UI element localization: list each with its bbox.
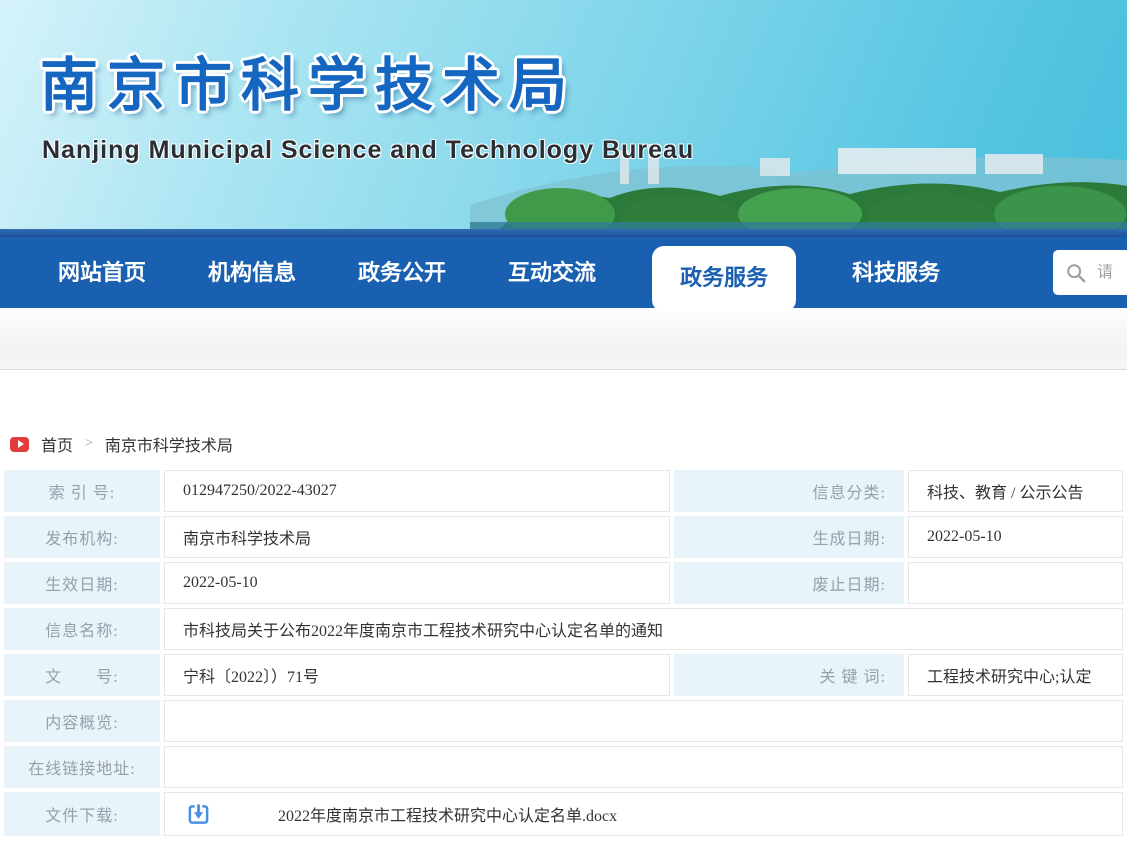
index-number-label: 索 引 号: (4, 470, 160, 512)
keywords-label: 关 键 词: (674, 654, 904, 696)
nav-tab-interaction[interactable]: 互动交流 (502, 237, 602, 308)
created-date-value: 2022-05-10 (908, 516, 1123, 558)
file-download-cell: 2022年度南京市工程技术研究中心认定名单.docx (164, 792, 1123, 836)
download-file-link[interactable]: 2022年度南京市工程技术研究中心认定名单.docx (278, 802, 617, 826)
info-category-label: 信息分类: (674, 470, 904, 512)
table-row: 内容概览: (4, 700, 1123, 742)
table-row: 在线链接地址: (4, 746, 1123, 788)
file-download-label: 文件下载: (4, 792, 160, 836)
expired-date-value (908, 562, 1123, 604)
online-link-label: 在线链接地址: (4, 746, 160, 788)
breadcrumb: 首页 > 南京市科学技术局 (0, 370, 1127, 466)
publisher-label: 发布机构: (4, 516, 160, 558)
nav-tab-gov-services[interactable]: 政务服务 (652, 246, 796, 312)
nav-tab-home[interactable]: 网站首页 (52, 237, 152, 308)
table-row: 信息名称: 市科技局关于公布2022年度南京市工程技术研究中心认定名单的通知 (4, 608, 1123, 650)
created-date-label: 生成日期: (674, 516, 904, 558)
nav-tab-org-info[interactable]: 机构信息 (202, 237, 302, 308)
table-row: 索 引 号: 012947250/2022-43027 信息分类: 科技、教育 … (4, 470, 1123, 512)
index-number-value: 012947250/2022-43027 (164, 470, 670, 512)
info-category-value: 科技、教育 / 公示公告 (908, 470, 1123, 512)
effective-date-value: 2022-05-10 (164, 562, 670, 604)
site-subtitle-en: Nanjing Municipal Science and Technology… (42, 136, 694, 165)
doc-number-label: 文 号: (4, 654, 160, 696)
nav-subband (0, 308, 1127, 370)
summary-value (164, 700, 1123, 742)
main-nav: 网站首页 机构信息 政务公开 互动交流 政务服务 科技服务 (0, 237, 1127, 308)
search-icon[interactable] (1065, 262, 1087, 284)
banner-bottom-strip (0, 229, 1127, 237)
breadcrumb-separator: > (85, 436, 93, 452)
info-title-value: 市科技局关于公布2022年度南京市工程技术研究中心认定名单的通知 (164, 608, 1123, 650)
table-row: 文件下载: 2022年度南京市工程技术研究中心认定名单.docx (4, 792, 1123, 836)
online-link-value (164, 746, 1123, 788)
info-table: 索 引 号: 012947250/2022-43027 信息分类: 科技、教育 … (0, 466, 1127, 840)
summary-label: 内容概览: (4, 700, 160, 742)
site-title: 南京市科学技术局 (40, 38, 576, 122)
table-row: 文 号: 宁科〔2022〕）71号 关 键 词: 工程技术研究中心;认定 (4, 654, 1123, 696)
nav-tab-gov-open[interactable]: 政务公开 (352, 237, 452, 308)
keywords-value: 工程技术研究中心;认定 (908, 654, 1123, 696)
search-box[interactable] (1053, 250, 1127, 295)
effective-date-label: 生效日期: (4, 562, 160, 604)
download-icon[interactable] (187, 803, 210, 826)
nav-tab-tech-services[interactable]: 科技服务 (846, 237, 946, 308)
doc-number-value: 宁科〔2022〕）71号 (164, 654, 670, 696)
site-banner: 南京市科学技术局 Nanjing Municipal Science and T… (0, 0, 1127, 229)
search-input[interactable] (1097, 264, 1127, 282)
table-row: 生效日期: 2022-05-10 废止日期: (4, 562, 1123, 604)
breadcrumb-current: 南京市科学技术局 (105, 432, 233, 456)
publisher-value: 南京市科学技术局 (164, 516, 670, 558)
breadcrumb-home-icon (10, 437, 29, 452)
table-row: 发布机构: 南京市科学技术局 生成日期: 2022-05-10 (4, 516, 1123, 558)
breadcrumb-home-link[interactable]: 首页 (41, 432, 73, 456)
info-title-label: 信息名称: (4, 608, 160, 650)
expired-date-label: 废止日期: (674, 562, 904, 604)
